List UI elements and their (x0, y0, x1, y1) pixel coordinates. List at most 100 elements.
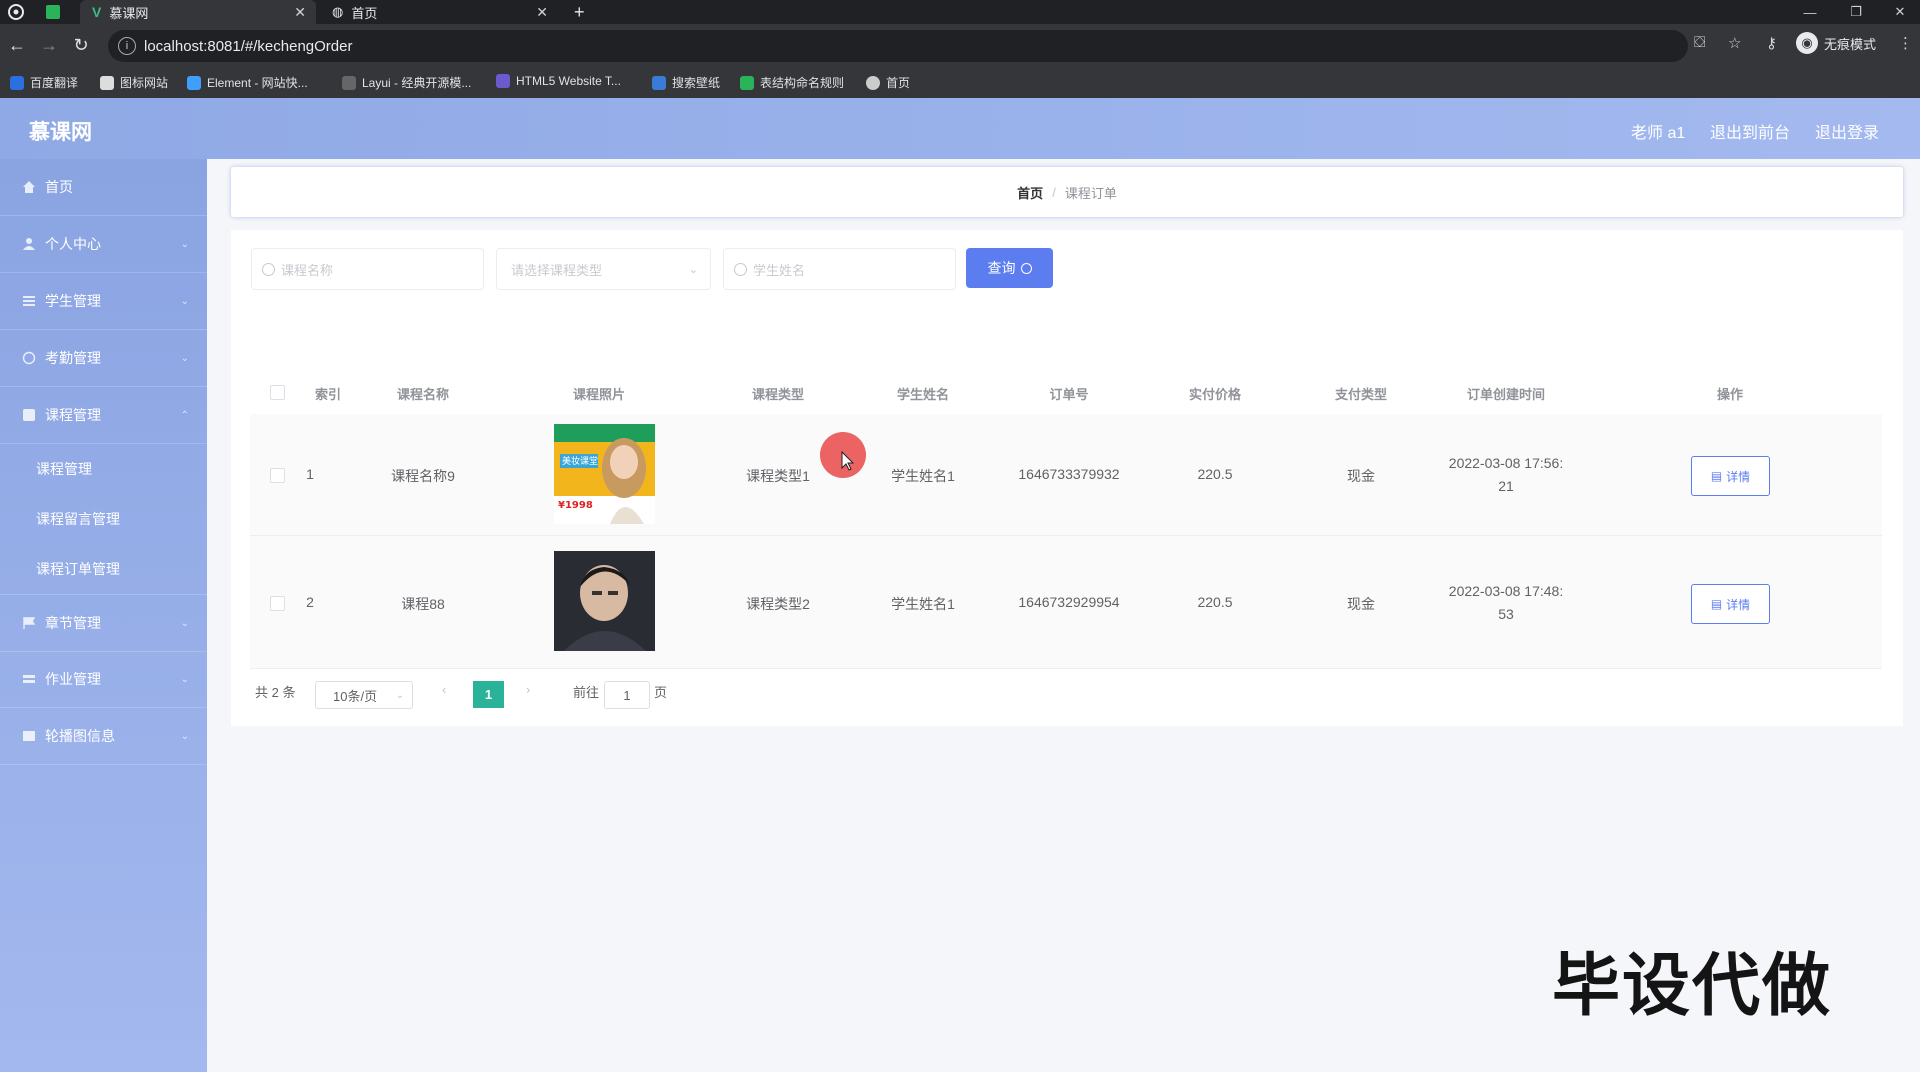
query-button[interactable]: 查询 (966, 248, 1053, 288)
cell-course-type: 课程类型2 (746, 596, 810, 612)
minimize-icon[interactable]: — (1790, 0, 1830, 24)
course-type-select[interactable]: 请选择课程类型 ⌄ (496, 248, 711, 290)
globe-icon: ◍ (332, 4, 344, 19)
goto-suffix: 页 (654, 685, 668, 700)
incognito-indicator[interactable]: ◉ 无痕模式 (1796, 32, 1876, 54)
cell-student-name: 学生姓名1 (891, 468, 955, 484)
sidebar-item-homework[interactable]: 作业管理 ⌄ (0, 651, 207, 708)
cell-created-date: 2022-03-08 17:48: (1448, 583, 1564, 599)
course-name-input[interactable]: 课程名称 (251, 248, 484, 290)
mouse-pointer-icon (841, 450, 855, 471)
new-tab-button[interactable]: + (574, 0, 594, 24)
close-tab-icon[interactable]: ✕ (536, 4, 548, 21)
forward-icon[interactable]: → (38, 34, 60, 56)
breadcrumb-home[interactable]: 首页 (1017, 183, 1043, 202)
browser-toolbar: ← → ↻ i localhost:8081/#/kechengOrder ⛋ … (0, 24, 1920, 68)
grid-icon (23, 409, 35, 421)
info-icon[interactable]: i (118, 37, 136, 55)
incognito-icon: ◉ (1796, 32, 1818, 54)
tab-mooc[interactable]: V 慕课网 ✕ (80, 0, 316, 24)
sidebar-subitem-course-manage[interactable]: 课程管理 (0, 444, 207, 494)
bookmark-item[interactable]: 搜索壁纸 (652, 74, 720, 91)
stack-icon (23, 675, 35, 683)
next-page-icon[interactable]: › (526, 682, 530, 697)
clock-icon (22, 351, 36, 365)
star-icon[interactable]: ☆ (1728, 34, 1741, 52)
detail-button[interactable]: ▤ 详情 (1691, 584, 1770, 624)
restore-icon[interactable]: ❐ (1836, 0, 1876, 24)
chevron-down-icon: ⌄ (180, 352, 189, 364)
cell-student-name: 学生姓名1 (891, 596, 955, 612)
detail-button[interactable]: ▤ 详情 (1691, 456, 1770, 496)
back-icon[interactable]: ← (6, 34, 28, 56)
logout-link[interactable]: 退出登录 (1815, 119, 1879, 143)
column-header: 学生姓名 (896, 387, 949, 402)
goto-page-input[interactable]: 1 (604, 681, 650, 709)
chevron-down-icon: ⌄ (180, 295, 189, 307)
bookmark-item[interactable]: 百度翻译 (10, 74, 78, 91)
chrome-icon[interactable] (8, 0, 38, 24)
reload-icon[interactable]: ↻ (70, 34, 92, 56)
row-checkbox[interactable] (270, 468, 285, 483)
cell-created-date: 2022-03-08 17:56: (1448, 455, 1564, 471)
document-icon: ▤ (1710, 469, 1723, 483)
sidebar-subitem-course-orders[interactable]: 课程订单管理 (0, 544, 207, 594)
sidebar-item-profile[interactable]: 个人中心 ⌄ (0, 216, 207, 273)
cell-created-time: 21 (1498, 478, 1514, 494)
row-checkbox[interactable] (270, 596, 285, 611)
cursor-highlight (820, 432, 866, 478)
menu-dots-icon[interactable]: ⋮ (1898, 34, 1913, 52)
page-size-select[interactable]: 10条/页 ⌄ (315, 681, 413, 709)
cell-course-name: 课程88 (401, 596, 445, 612)
pinned-tab[interactable] (46, 0, 70, 24)
cell-order-no: 1646733379932 (1018, 466, 1120, 482)
chevron-down-icon: ⌄ (180, 730, 189, 742)
document-icon: ▤ (1710, 597, 1723, 611)
column-header: 课程类型 (751, 387, 804, 402)
sidebar-item-courses[interactable]: 课程管理 ⌃ (0, 387, 207, 444)
search-icon (734, 262, 747, 276)
address-bar[interactable]: i localhost:8081/#/kechengOrder (108, 30, 1688, 62)
breadcrumb: 首页 / 课程订单 (231, 167, 1903, 217)
page-number-active[interactable]: 1 (473, 681, 504, 708)
home-icon (23, 181, 35, 193)
table-row: 2 课程88 课程类型2 学生姓名1 1646732929954 220.5 现… (250, 536, 1882, 669)
bookmark-item[interactable]: 表结构命名规则 (740, 74, 844, 91)
column-header: 操作 (1716, 387, 1743, 402)
bookmark-item[interactable]: HTML5 Website T... (496, 74, 621, 88)
select-all-checkbox[interactable] (270, 385, 285, 400)
sidebar-item-attendance[interactable]: 考勤管理 ⌄ (0, 330, 207, 387)
list-icon (23, 296, 35, 306)
tab-home[interactable]: ◍ 首页 ✕ (322, 0, 558, 24)
bookmark-icon (187, 75, 201, 90)
prev-page-icon[interactable]: ‹ (442, 682, 446, 697)
student-name-input[interactable]: 学生姓名 (723, 248, 956, 290)
bookmark-item[interactable]: Layui - 经典开源模... (342, 74, 471, 91)
cell-course-name: 课程名称9 (391, 468, 455, 484)
sidebar-item-students[interactable]: 学生管理 ⌄ (0, 273, 207, 330)
sidebar-subitem-course-comments[interactable]: 课程留言管理 (0, 494, 207, 544)
key-icon[interactable]: ⚷ (1766, 34, 1777, 52)
bookmark-item[interactable]: 图标网站 (100, 74, 168, 91)
bookmark-icon (100, 75, 114, 90)
tab-label: 首页 (351, 5, 378, 21)
sidebar-item-carousel[interactable]: 轮播图信息 ⌄ (0, 708, 207, 765)
image-icon (23, 731, 35, 741)
bookmark-item[interactable]: Element - 网站快... (187, 74, 308, 91)
sidebar-item-home[interactable]: 首页 (0, 159, 207, 216)
chevron-down-icon: ⌄ (395, 689, 404, 701)
back-to-front-link[interactable]: 退出到前台 (1710, 119, 1790, 143)
bookmark-item[interactable]: 首页 (866, 74, 910, 91)
column-header: 实付价格 (1188, 387, 1241, 402)
sidebar-item-chapters[interactable]: 章节管理 ⌄ (0, 594, 207, 652)
cell-created-time: 53 (1498, 606, 1514, 622)
bookmarks-bar: 百度翻译 图标网站 Element - 网站快... Layui - 经典开源模… (0, 68, 1920, 99)
watermark-text: 毕设代做 (1552, 947, 1833, 1026)
pagination-total: 共 2 条 (255, 685, 296, 700)
translate-icon[interactable]: ⛋ (1694, 34, 1705, 51)
close-tab-icon[interactable]: ✕ (294, 4, 306, 21)
close-window-icon[interactable]: ✕ (1880, 0, 1920, 24)
cell-pay-type: 现金 (1347, 596, 1375, 612)
search-icon (262, 262, 275, 276)
photo-title-text: 美妆课堂 (562, 455, 598, 467)
